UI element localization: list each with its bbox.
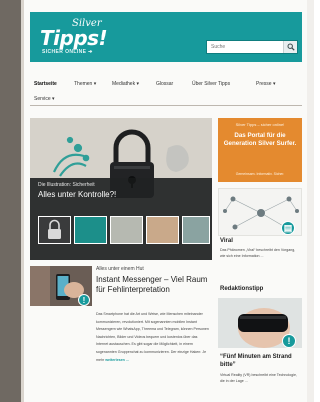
redaktionstipp-title: Redaktionstipp bbox=[220, 286, 264, 292]
web-page: Silver Tipps! SICHER ONLINE ➔ Startseite… bbox=[24, 0, 307, 402]
redaktionstipp-image[interactable]: ! bbox=[218, 298, 302, 348]
thumbnail-4[interactable] bbox=[146, 216, 179, 244]
nav-item-ueber-silver-tipps[interactable]: Über Silver Tipps bbox=[192, 81, 230, 87]
promo-box[interactable]: Silver Tipps – sicher online! Das Portal… bbox=[218, 118, 302, 182]
nav-divider bbox=[30, 105, 302, 106]
nav-item-glossar[interactable]: Glossar bbox=[156, 81, 173, 87]
viral-image[interactable]: ▤ bbox=[218, 188, 302, 236]
hero-slider[interactable]: Die Illustration: Sicherheit Alles unter… bbox=[30, 118, 212, 260]
nav-item-startseite[interactable]: Startseite bbox=[34, 81, 57, 87]
left-background-panel bbox=[0, 0, 21, 402]
hero-thumbnails bbox=[38, 216, 210, 248]
sidebar: Silver Tipps – sicher online! Das Portal… bbox=[218, 118, 302, 402]
info-badge-icon: ! bbox=[282, 334, 296, 348]
book-badge-icon: ▤ bbox=[281, 221, 295, 235]
article-body: Das Smartphone hat die Art und Weise, wi… bbox=[96, 311, 210, 364]
thumbnail-5[interactable] bbox=[182, 216, 210, 244]
nav-item-service[interactable]: Service ▾ bbox=[34, 96, 55, 102]
nav-item-presse[interactable]: Presse ▾ bbox=[256, 81, 275, 87]
hero-title[interactable]: Alles unter Kontrolle?! bbox=[38, 190, 208, 199]
search-icon bbox=[287, 43, 295, 51]
info-badge-icon: ! bbox=[78, 294, 90, 306]
thumbnail-3[interactable] bbox=[110, 216, 143, 244]
nav-item-themen[interactable]: Themen ▾ bbox=[74, 81, 96, 87]
viral-text: Das Phänomen „Viral“ beschreibt den Vorg… bbox=[220, 248, 296, 258]
hero-caption: Die Illustration: Sicherheit Alles unter… bbox=[38, 182, 208, 199]
article-image[interactable]: ! bbox=[30, 266, 92, 306]
lock-icon bbox=[48, 219, 61, 239]
logo-tipps-text: Tipps! bbox=[40, 26, 108, 50]
search-input[interactable] bbox=[207, 41, 283, 53]
search-button[interactable] bbox=[283, 41, 297, 53]
search-box bbox=[206, 40, 298, 54]
article-title[interactable]: Instant Messenger – Viel Raum für Fehlin… bbox=[96, 275, 212, 295]
right-background-panel bbox=[307, 0, 314, 402]
article-teaser: ! Alles unter einem Hut Instant Messenge… bbox=[30, 266, 212, 402]
site-logo[interactable]: Silver Tipps! SICHER ONLINE ➔ bbox=[40, 18, 120, 58]
logo-tagline: SICHER ONLINE ➔ bbox=[42, 49, 93, 55]
promo-title: Das Portal für die Generation Silver Sur… bbox=[223, 132, 297, 147]
redaktionstipp-text: Virtual Reality (VR) beschreibt eine Tec… bbox=[220, 373, 297, 383]
article-body-text: Das Smartphone hat die Art und Weise, wi… bbox=[96, 312, 209, 362]
thumbnail-lock[interactable] bbox=[38, 216, 71, 244]
nav-item-mediathek[interactable]: Mediathek ▾ bbox=[112, 81, 139, 87]
promo-bottom-text: Gemeinsam. Informativ. Sicher. bbox=[235, 172, 285, 176]
article-kicker: Alles unter einem Hut bbox=[96, 266, 144, 272]
read-more-link[interactable]: weiterlesen ... bbox=[105, 358, 129, 362]
promo-top-text: Silver Tipps – sicher online! bbox=[235, 122, 285, 127]
viral-title[interactable]: Viral bbox=[220, 238, 233, 244]
main-navigation: Startseite Themen ▾ Mediathek ▾ Glossar … bbox=[34, 76, 302, 106]
hero-kicker: Die Illustration: Sicherheit bbox=[38, 182, 95, 188]
thumbnail-2[interactable] bbox=[74, 216, 107, 244]
site-header: Silver Tipps! SICHER ONLINE ➔ bbox=[30, 12, 302, 62]
redaktionstipp-headline[interactable]: “Fünf Minuten am Strand bitte” bbox=[220, 354, 302, 369]
